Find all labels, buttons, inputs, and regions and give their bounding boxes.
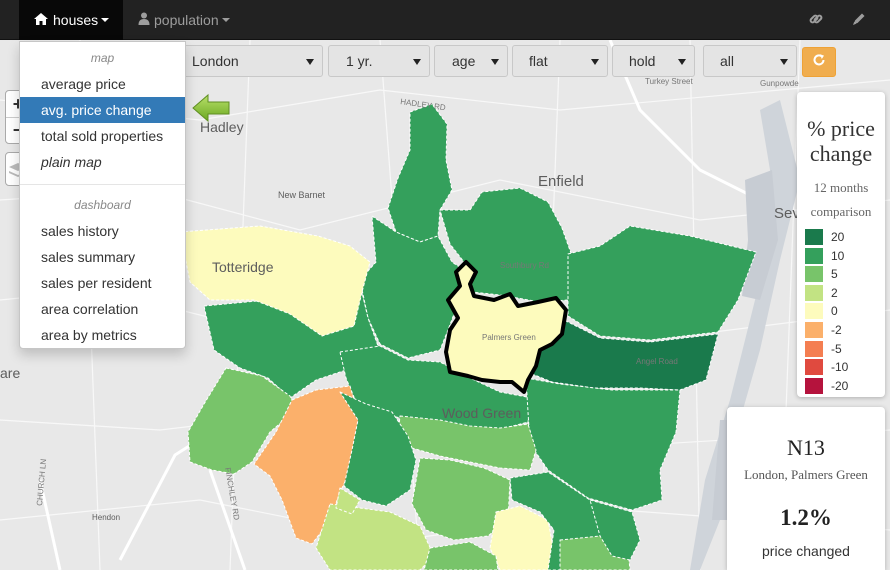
legend-swatch [805, 284, 823, 301]
link-icon [808, 11, 824, 30]
pencil-icon [851, 11, 867, 30]
user-icon [138, 12, 150, 28]
legend-item: -10 [805, 359, 849, 376]
legend-item: -5 [805, 340, 842, 357]
legend-item: 5 [805, 266, 838, 283]
refresh-button[interactable] [802, 47, 836, 77]
link-button[interactable] [808, 0, 824, 40]
dropdown-arrow-icon [678, 59, 686, 65]
legend-label: -5 [831, 341, 842, 356]
menu-item-average-price[interactable]: average price [20, 71, 185, 97]
dropdown-arrow-icon [306, 59, 314, 65]
price-change-value: 1.2% [780, 505, 832, 530]
label-angel-road: Angel Road [636, 357, 678, 366]
legend-item: -20 [805, 377, 849, 394]
legend-label: 5 [831, 267, 838, 282]
pointer-arrow-icon [191, 93, 231, 128]
dropdown-arrow-icon [491, 59, 499, 65]
legend-label: -20 [831, 378, 849, 393]
period-select-value: 1 yr. [346, 53, 373, 69]
dropdown-arrow-icon [780, 59, 788, 65]
legend-item: 10 [805, 247, 845, 264]
menu-item-sales-per-resident[interactable]: sales per resident [20, 270, 185, 296]
area-info-panel: N13 London, Palmers Green 1.2% price cha… [727, 407, 885, 570]
label-wood-green: Wood Green [442, 405, 521, 421]
legend-subtitle-line1: 12 months [813, 180, 869, 195]
chevron-down-icon [221, 18, 230, 22]
label-turkey-street: Turkey Street [645, 77, 693, 86]
label-enfield: Enfield [538, 173, 584, 190]
label-hendon: Hendon [92, 513, 120, 522]
edit-button[interactable] [851, 0, 867, 40]
legend-subtitle: 12 months comparison [797, 176, 885, 224]
menu-item-sales-summary[interactable]: sales summary [20, 244, 185, 270]
legend-item: 20 [805, 229, 844, 245]
legend-label: 20 [831, 230, 845, 244]
legend-subtitle-line2: comparison [810, 204, 872, 219]
scope-select-value: all [720, 53, 735, 69]
menu-item-plain-map[interactable]: plain map [20, 149, 185, 175]
tenure-select-value: hold [629, 53, 656, 69]
dashboard-section-header: dashboard [74, 198, 131, 212]
population-menu-button[interactable]: population [138, 0, 230, 40]
home-icon [33, 12, 49, 29]
legend-item: 0 [805, 303, 838, 320]
dropdown-arrow-icon [413, 59, 421, 65]
legend-swatch [805, 359, 823, 376]
legend-label: 10 [831, 248, 845, 263]
city-select[interactable]: London [180, 45, 323, 77]
menu-item-area-by-metrics[interactable]: area by metrics [20, 322, 185, 348]
tenure-select[interactable]: hold [612, 45, 695, 77]
houses-label: houses [53, 12, 99, 28]
label-are: are [0, 365, 20, 381]
legend-title: % price change [797, 116, 885, 166]
legend-swatch [805, 266, 823, 283]
legend-label: -10 [831, 360, 849, 375]
property-type-select-value: flat [529, 53, 548, 69]
top-navbar: houses population [0, 0, 890, 40]
legend-label: 0 [831, 304, 838, 319]
legend-label: 2 [831, 285, 838, 300]
houses-menu-button[interactable]: houses [19, 0, 123, 40]
legend-swatch [805, 322, 823, 338]
label-palmers-green: Palmers Green [482, 333, 536, 342]
legend-swatch [805, 303, 823, 320]
legend-swatch [805, 247, 823, 264]
houses-dropdown-menu: map average price avg. price change tota… [19, 41, 186, 349]
period-select[interactable]: 1 yr. [328, 45, 430, 77]
postcode-title: N13 [787, 435, 825, 460]
category-select-value: age [452, 53, 476, 69]
city-select-value: London [192, 53, 239, 69]
category-select[interactable]: age [434, 45, 508, 77]
dropdown-arrow-icon [591, 59, 599, 65]
property-type-select[interactable]: flat [512, 45, 608, 77]
population-label: population [154, 12, 219, 28]
menu-item-sales-history[interactable]: sales history [20, 218, 185, 244]
legend-swatch [805, 377, 823, 394]
legend-title-line2: change [809, 141, 873, 166]
refresh-icon [812, 53, 826, 72]
menu-item-avg-price-change[interactable]: avg. price change [20, 97, 185, 123]
legend-title-line1: % price [807, 116, 875, 141]
legend-swatch [805, 229, 823, 245]
menu-item-total-sold-properties[interactable]: total sold properties [20, 123, 185, 149]
label-totteridge: Totteridge [212, 259, 274, 275]
legend-label: -2 [831, 323, 842, 337]
scope-select[interactable]: all [703, 45, 797, 77]
price-change-label: price changed [762, 543, 850, 559]
menu-item-area-correlation[interactable]: area correlation [20, 296, 185, 322]
legend-item: 2 [805, 284, 838, 301]
label-gunpowder: Gunpowde [760, 79, 799, 88]
label-new-barnet: New Barnet [278, 190, 326, 200]
label-southbury-rd: Southbury Rd [500, 261, 549, 270]
legend-item: -2 [805, 322, 842, 338]
chevron-down-icon [101, 18, 110, 22]
legend-panel: % price change 12 months comparison 20 10… [797, 92, 885, 397]
map-section-header: map [90, 51, 115, 65]
legend-swatch [805, 340, 823, 357]
menu-divider [20, 184, 185, 185]
area-name: London, Palmers Green [744, 467, 868, 482]
